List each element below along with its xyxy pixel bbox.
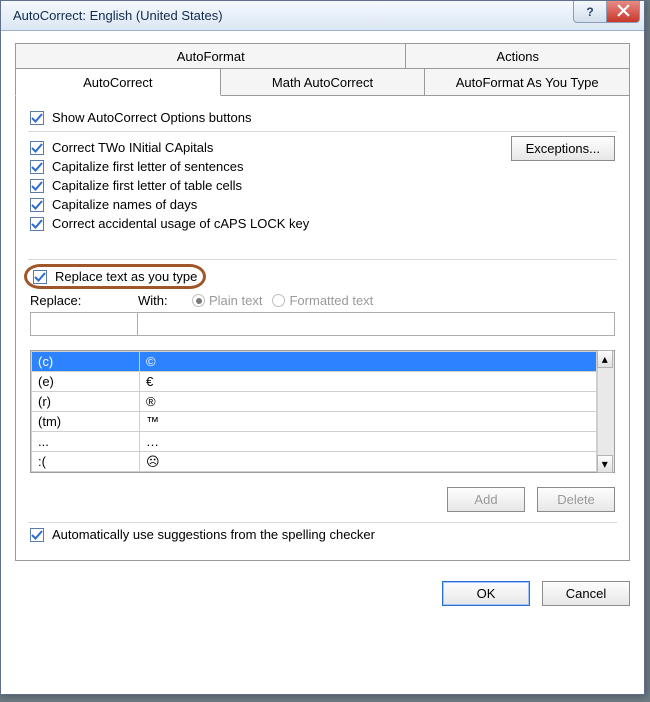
checkbox-replace-text-as-you-type[interactable]: Replace text as you type: [33, 269, 197, 284]
dialog-body: AutoFormat Actions AutoCorrect Math Auto…: [1, 31, 644, 569]
checkbox-icon: [30, 179, 44, 193]
help-button[interactable]: ?: [573, 1, 607, 23]
checkbox-icon: [30, 217, 44, 231]
checkbox-first-letter-sentences[interactable]: Capitalize first letter of sentences: [30, 159, 511, 174]
divider: [28, 131, 617, 132]
exceptions-button[interactable]: Exceptions...: [511, 136, 615, 161]
checkbox-two-initial-capitals[interactable]: Correct TWo INitial CApitals: [30, 140, 511, 155]
checkbox-icon: [30, 141, 44, 155]
tab-math-autocorrect[interactable]: Math AutoCorrect: [221, 69, 426, 96]
table-cell-from: (c): [32, 352, 140, 372]
with-input[interactable]: [138, 312, 615, 336]
add-delete-row: Add Delete: [30, 487, 615, 512]
table-row[interactable]: (e) €: [32, 372, 597, 392]
checkbox-icon: [30, 198, 44, 212]
with-label: With:: [138, 293, 182, 308]
table-cell-to: ☹: [140, 452, 597, 472]
table-row[interactable]: ... …: [32, 432, 597, 452]
checkbox-label: Automatically use suggestions from the s…: [52, 527, 375, 542]
table-cell-to: ©: [140, 352, 597, 372]
cancel-button[interactable]: Cancel: [542, 581, 630, 606]
checkbox-names-of-days[interactable]: Capitalize names of days: [30, 197, 511, 212]
close-icon: [617, 4, 630, 20]
checkbox-first-letter-table-cells[interactable]: Capitalize first letter of table cells: [30, 178, 511, 193]
highlight-annotation: Replace text as you type: [24, 264, 206, 289]
table-row[interactable]: (r) ®: [32, 392, 597, 412]
checkbox-label: Replace text as you type: [55, 269, 197, 284]
table-scrollbar[interactable]: ▴ ▾: [597, 351, 614, 472]
capitalization-section: Correct TWo INitial CApitals Capitalize …: [30, 136, 615, 235]
table-cell-from: (r): [32, 392, 140, 412]
radio-formatted-text[interactable]: [272, 294, 285, 307]
radio-plain-text[interactable]: [192, 294, 205, 307]
tab-content: Show AutoCorrect Options buttons Correct…: [15, 96, 630, 561]
table-cell-from: ...: [32, 432, 140, 452]
table-cell-from: (e): [32, 372, 140, 392]
dialog-footer: OK Cancel: [1, 569, 644, 620]
tab-autoformat[interactable]: AutoFormat: [15, 43, 406, 69]
table-cell-to: €: [140, 372, 597, 392]
checkbox-icon: [30, 528, 44, 542]
checkbox-label: Correct accidental usage of cAPS LOCK ke…: [52, 216, 309, 231]
replace-with-header: Replace: With: Plain text Formatted text: [30, 293, 615, 308]
scroll-down-icon[interactable]: ▾: [597, 455, 613, 473]
table-row[interactable]: :( ☹: [32, 452, 597, 472]
tab-actions[interactable]: Actions: [406, 43, 630, 69]
checkbox-auto-spelling-suggestions[interactable]: Automatically use suggestions from the s…: [30, 527, 615, 542]
tab-autocorrect[interactable]: AutoCorrect: [15, 69, 221, 96]
autocorrect-table[interactable]: (c) © (e) € (r) ® (tm) ™: [31, 351, 597, 472]
replace-label: Replace:: [30, 293, 138, 308]
checkbox-caps-lock[interactable]: Correct accidental usage of cAPS LOCK ke…: [30, 216, 511, 231]
replace-input-row: [30, 312, 615, 336]
checkbox-label: Capitalize first letter of sentences: [52, 159, 243, 174]
autocorrect-table-wrap: (c) © (e) € (r) ® (tm) ™: [30, 350, 615, 473]
window-title: AutoCorrect: English (United States): [13, 8, 223, 23]
table-cell-to: …: [140, 432, 597, 452]
window-controls: ?: [574, 1, 640, 23]
tab-autoformat-as-you-type[interactable]: AutoFormat As You Type: [425, 69, 630, 96]
radio-formatted-text-label: Formatted text: [289, 293, 373, 308]
table-cell-from: :(: [32, 452, 140, 472]
table-cell-to: ®: [140, 392, 597, 412]
table-row[interactable]: (tm) ™: [32, 412, 597, 432]
delete-button[interactable]: Delete: [537, 487, 615, 512]
add-button[interactable]: Add: [447, 487, 525, 512]
tab-row-upper: AutoFormat Actions: [15, 43, 630, 69]
divider: [28, 522, 617, 523]
ok-button[interactable]: OK: [442, 581, 530, 606]
checkbox-icon: [33, 270, 47, 284]
radio-plain-text-label: Plain text: [209, 293, 262, 308]
checkbox-show-autocorrect-options[interactable]: Show AutoCorrect Options buttons: [30, 110, 615, 125]
checkbox-icon: [30, 160, 44, 174]
checkbox-label: Correct TWo INitial CApitals: [52, 140, 213, 155]
autocorrect-dialog: AutoCorrect: English (United States) ? A…: [0, 0, 645, 695]
scroll-up-icon[interactable]: ▴: [597, 350, 613, 368]
checkbox-label: Capitalize first letter of table cells: [52, 178, 242, 193]
checkbox-icon: [30, 111, 44, 125]
close-button[interactable]: [606, 1, 640, 23]
replace-input[interactable]: [30, 312, 138, 336]
titlebar: AutoCorrect: English (United States) ?: [1, 1, 644, 31]
checkbox-label: Capitalize names of days: [52, 197, 197, 212]
tab-row-lower: AutoCorrect Math AutoCorrect AutoFormat …: [15, 69, 630, 96]
table-cell-from: (tm): [32, 412, 140, 432]
table-cell-to: ™: [140, 412, 597, 432]
divider: [28, 259, 617, 260]
table-row[interactable]: (c) ©: [32, 352, 597, 372]
checkbox-label: Show AutoCorrect Options buttons: [52, 110, 251, 125]
